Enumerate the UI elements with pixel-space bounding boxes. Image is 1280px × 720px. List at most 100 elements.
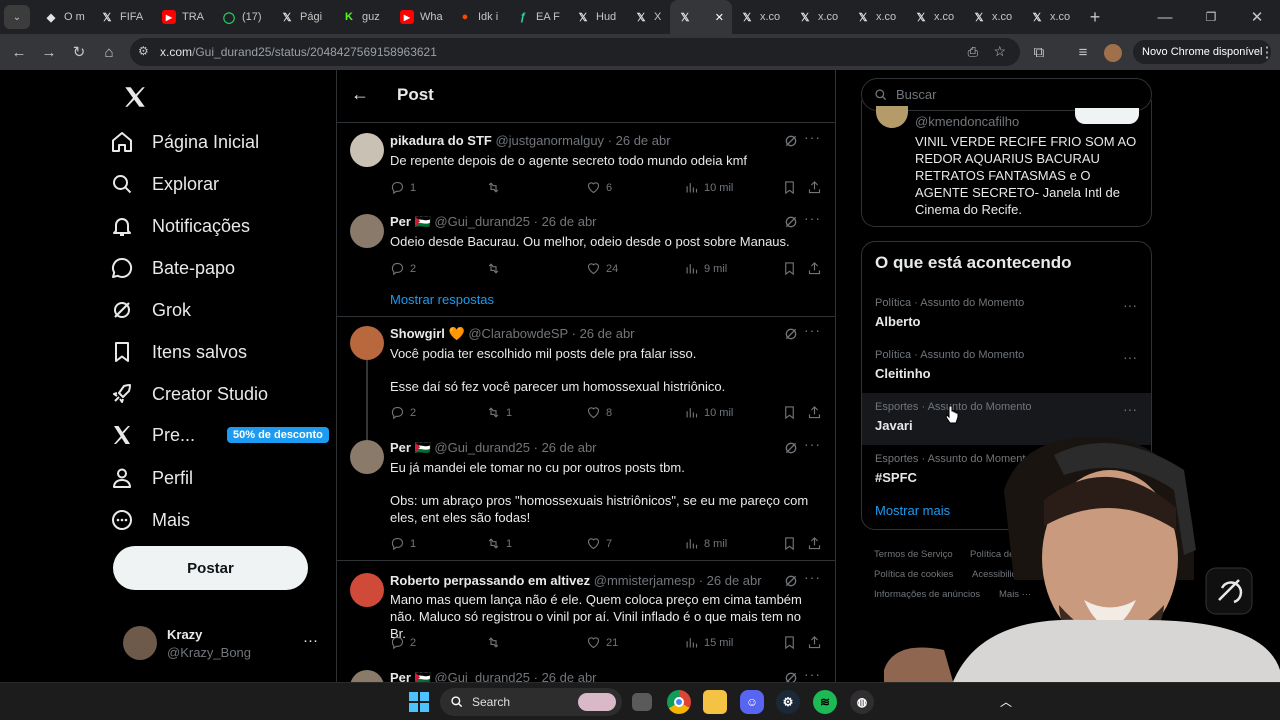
views-button[interactable]: 10 mil bbox=[684, 180, 733, 195]
site-info-icon[interactable]: ⚙ bbox=[138, 44, 149, 58]
tab-0[interactable]: ◆ O m bbox=[36, 0, 92, 34]
share-button[interactable] bbox=[807, 180, 822, 195]
tab-15[interactable]: 𝕏x.co bbox=[906, 0, 964, 34]
views-button[interactable]: 10 mil bbox=[684, 405, 733, 420]
bookmark-star-icon[interactable]: ☆ bbox=[993, 43, 1006, 60]
grok-icon[interactable] bbox=[783, 573, 799, 589]
reload-button[interactable]: ↻ bbox=[64, 37, 94, 67]
top-card[interactable]: @kmendoncafilho VINIL VERDE RECIFE FRIO … bbox=[861, 100, 1152, 227]
nav-item-person[interactable]: Perfil bbox=[110, 458, 193, 498]
nav-item-chat[interactable]: Bate-papo bbox=[110, 248, 235, 288]
media-control-icon[interactable]: ≡ bbox=[1068, 37, 1098, 67]
author-handle[interactable]: @Gui_durand25 bbox=[434, 214, 530, 229]
tab-13[interactable]: 𝕏x.co bbox=[790, 0, 848, 34]
tab-12[interactable]: 𝕏x.co bbox=[732, 0, 790, 34]
post-more-icon[interactable]: ··· bbox=[804, 569, 821, 585]
close-tab-icon[interactable]: ✕ bbox=[715, 11, 724, 24]
address-bar[interactable]: ⚙ x.com/Gui_durand25/status/204842756915… bbox=[130, 38, 1020, 66]
tab-8[interactable]: ƒ EA F bbox=[508, 0, 568, 34]
author-handle[interactable]: @Gui_durand25 bbox=[434, 440, 530, 455]
tab-4[interactable]: 𝕏 Pági bbox=[272, 0, 334, 34]
maximize-button[interactable]: ❐ bbox=[1188, 0, 1234, 34]
bookmark-button[interactable] bbox=[782, 180, 797, 195]
post-button[interactable]: Postar bbox=[113, 546, 308, 590]
like-button[interactable]: 24 bbox=[586, 261, 618, 276]
extensions-icon[interactable]: ⧉ bbox=[1024, 37, 1054, 67]
x-logo-icon[interactable] bbox=[122, 84, 148, 110]
avatar[interactable] bbox=[350, 573, 384, 607]
nav-item-grok[interactable]: Grok bbox=[110, 290, 191, 330]
minimize-button[interactable]: — bbox=[1142, 0, 1188, 34]
obs-icon[interactable]: ◍ bbox=[850, 690, 874, 714]
trend-more-icon[interactable]: ··· bbox=[1123, 349, 1137, 365]
author-name[interactable]: pikadura do STF bbox=[390, 133, 492, 148]
author-handle[interactable]: @mmisterjamesp bbox=[594, 573, 695, 588]
nav-item-search[interactable]: Explorar bbox=[110, 164, 219, 204]
account-more-icon[interactable]: ··· bbox=[303, 632, 318, 649]
task-view-icon[interactable] bbox=[632, 693, 652, 711]
nav-item-bookmark[interactable]: Itens salvos bbox=[110, 332, 247, 372]
author-name[interactable]: Per 🇵🇸 bbox=[390, 440, 431, 455]
nav-item-home[interactable]: Página Inicial bbox=[110, 122, 259, 162]
author-handle[interactable]: @ClarabowdeSP bbox=[468, 326, 568, 341]
author-handle[interactable]: @Gui_durand25 bbox=[434, 670, 530, 682]
tab-3[interactable]: ◯ (17) bbox=[214, 0, 272, 34]
tab-5[interactable]: Kguz bbox=[334, 0, 392, 34]
chrome-update-button[interactable]: Novo Chrome disponível bbox=[1133, 40, 1272, 64]
back-arrow-icon[interactable]: ← bbox=[351, 84, 369, 105]
repost-button[interactable] bbox=[486, 180, 506, 195]
reply-button[interactable]: 1 bbox=[390, 180, 416, 195]
tab-1[interactable]: 𝕏 FIFA bbox=[92, 0, 154, 34]
views-button[interactable]: 8 mil bbox=[684, 536, 727, 551]
reply-button[interactable]: 2 bbox=[390, 261, 416, 276]
nav-item-rocket[interactable]: Creator Studio bbox=[110, 374, 268, 414]
author-name[interactable]: Showgirl 🧡 bbox=[390, 326, 465, 341]
follow-button[interactable] bbox=[1075, 108, 1139, 124]
grok-icon[interactable] bbox=[783, 440, 799, 456]
views-button[interactable]: 9 mil bbox=[684, 261, 727, 276]
author-name[interactable]: Per 🇵🇸 bbox=[390, 214, 431, 229]
profile-avatar[interactable] bbox=[1104, 44, 1122, 62]
bookmark-button[interactable] bbox=[782, 536, 797, 551]
nav-item-bell[interactable]: Notificações bbox=[110, 206, 250, 246]
forward-button[interactable]: → bbox=[34, 37, 64, 67]
views-button[interactable]: 15 mil bbox=[684, 635, 733, 650]
trend-more-icon[interactable]: ··· bbox=[1123, 401, 1137, 417]
post-more-icon[interactable]: ··· bbox=[804, 666, 821, 682]
avatar[interactable] bbox=[350, 214, 384, 248]
nav-item-x[interactable]: Pre... 50% de desconto bbox=[110, 415, 329, 455]
repost-button[interactable] bbox=[486, 635, 506, 650]
avatar[interactable] bbox=[350, 326, 384, 360]
post-more-icon[interactable]: ··· bbox=[804, 436, 821, 452]
like-button[interactable]: 6 bbox=[586, 180, 612, 195]
trend-item[interactable]: Política · Assunto do Momento Cleitinho ··… bbox=[862, 341, 1151, 393]
tab-search-button[interactable]: ⌄ bbox=[4, 5, 30, 29]
home-button[interactable]: ⌂ bbox=[94, 37, 124, 67]
reply-button[interactable]: 1 bbox=[390, 536, 416, 551]
repost-button[interactable]: 1 bbox=[486, 536, 512, 551]
post-more-icon[interactable]: ··· bbox=[804, 129, 821, 145]
tab-7[interactable]: ● Idk i bbox=[450, 0, 508, 34]
spotify-icon[interactable]: ≋ bbox=[813, 690, 837, 714]
bookmark-button[interactable] bbox=[782, 261, 797, 276]
tab-17[interactable]: 𝕏x.co bbox=[1022, 0, 1080, 34]
author-handle[interactable]: @justganormalguy bbox=[495, 133, 604, 148]
tab-6[interactable]: ▶ Wha bbox=[392, 0, 450, 34]
discord-icon[interactable]: ☺ bbox=[740, 690, 764, 714]
back-button[interactable]: ← bbox=[4, 37, 34, 67]
tab-16[interactable]: 𝕏x.co bbox=[964, 0, 1022, 34]
account-switcher[interactable]: Krazy @Krazy_Bong ··· bbox=[113, 618, 323, 668]
grok-icon[interactable] bbox=[783, 133, 799, 149]
windows-start-icon[interactable] bbox=[407, 690, 431, 714]
bookmark-button[interactable] bbox=[782, 635, 797, 650]
taskbar-search[interactable]: Search bbox=[440, 688, 622, 716]
chrome-taskbar-icon[interactable] bbox=[667, 690, 691, 714]
avatar[interactable] bbox=[350, 133, 384, 167]
avatar[interactable] bbox=[350, 440, 384, 474]
reply-button[interactable]: 2 bbox=[390, 405, 416, 420]
tab-9[interactable]: 𝕏 Hud bbox=[568, 0, 626, 34]
share-button[interactable] bbox=[807, 635, 822, 650]
reply-button[interactable]: 2 bbox=[390, 635, 416, 650]
file-explorer-icon[interactable] bbox=[703, 690, 727, 714]
close-window-button[interactable]: ✕ bbox=[1234, 0, 1280, 34]
